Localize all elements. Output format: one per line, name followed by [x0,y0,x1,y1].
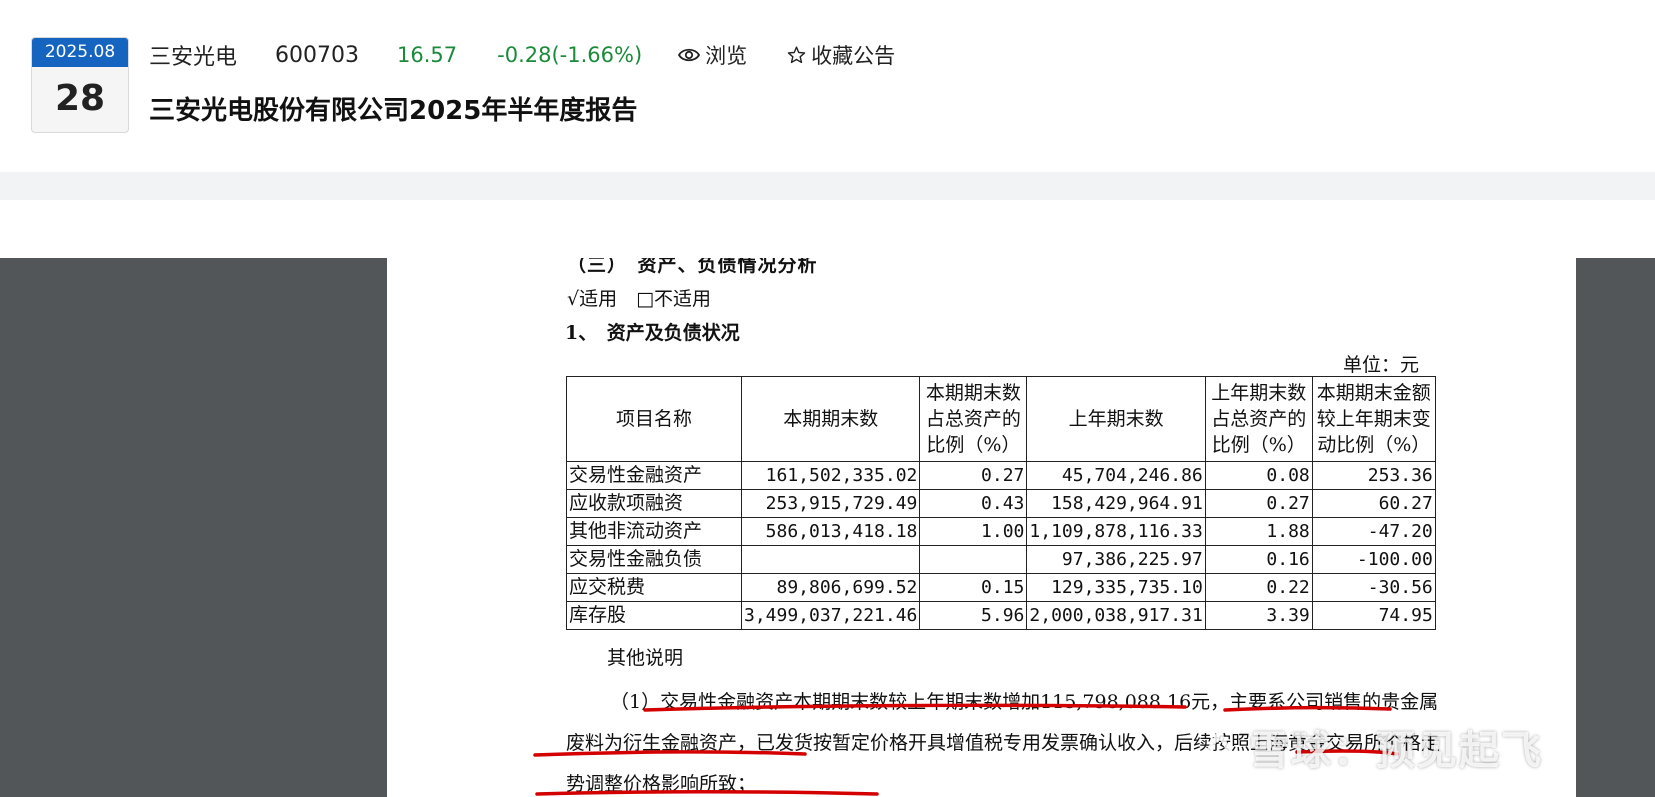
table-row: 应交税费 89,806,699.52 0.15 129,335,735.10 0… [566,573,1436,602]
table-cell: 1.88 [1204,517,1313,546]
sub-heading: 1、 资产及负债状况 [565,322,740,344]
table-cell: -100.00 [1311,545,1436,574]
star-icon [787,46,806,64]
table-header-cell: 上年期末数占总资产的比例（%） [1204,376,1313,462]
table-cell: 0.43 [919,489,1028,518]
table-cell: 89,806,699.52 [740,573,921,602]
unit-label: 单位：元 [1343,354,1420,376]
report-title: 三安光电股份有限公司2025年半年度报告 [149,96,638,126]
stock-price: 16.57 [397,43,458,67]
table-header-cell: 上年期末数 [1026,376,1206,462]
table-cell: 158,429,964.91 [1026,489,1206,518]
table-cell: 交易性金融负债 [566,545,742,574]
stock-info-row: 三安光电 600703 16.57 -0.28(-1.66%) 浏览 收藏公告 [149,37,895,73]
xueqiu-watermark: 雪球：预见起飞 [1197,718,1543,776]
table-cell: 161,502,335.02 [740,461,921,490]
table-cell: 其他非流动资产 [566,517,742,546]
table-row: 交易性金融负债 97,386,225.97 0.16 -100.00 [566,545,1436,574]
browse-button[interactable]: 浏览 [678,40,747,70]
table-cell: 0.22 [1204,573,1313,602]
table-cell: 253,915,729.49 [740,489,921,518]
table-cell: 1.00 [919,517,1028,546]
note-title: 其他说明 [607,647,684,669]
stock-code: 600703 [275,42,359,68]
table-header-cell: 本期期末数 [740,376,921,462]
table-cell: -47.20 [1311,517,1436,546]
table-cell: 586,013,418.18 [740,517,921,546]
table-cell: -30.56 [1311,573,1436,602]
table-cell: 0.27 [1204,489,1313,518]
table-cell: 74.95 [1311,601,1436,630]
applicability-line: √适用 □不适用 [567,288,712,310]
table-cell: 60.27 [1311,489,1436,518]
favorite-label: 收藏公告 [811,44,896,68]
announcement-header: 2025.08 28 三安光电 600703 16.57 -0.28(-1.66… [0,0,1655,172]
table-header-cell: 本期期末金额较上年期末变动比例（%） [1311,376,1436,462]
date-day: 28 [54,78,106,119]
table-cell: 3.39 [1204,601,1313,630]
table-cell: 0.08 [1204,461,1313,490]
browse-label: 浏览 [705,44,748,68]
table-row: 其他非流动资产 586,013,418.18 1.00 1,109,878,11… [566,517,1436,546]
table-cell: 0.15 [919,573,1028,602]
table-header-cell: 本期期末数占总资产的比例（%） [919,376,1028,462]
table-cell [740,545,921,574]
pdf-page[interactable]: （三） 资产、负债情况分析 √适用 □不适用 1、 资产及负债状况 单位：元 项… [387,258,1576,797]
table-cell: 45,704,246.86 [1026,461,1206,490]
table-cell: 交易性金融资产 [566,461,742,490]
watermark-text: 雪球：预见起飞 [1249,728,1543,774]
table-cell: 253.36 [1311,461,1436,490]
eye-icon [678,48,701,62]
table-cell: 应收款项融资 [566,489,742,518]
table-cell: 2,000,038,917.31 [1026,601,1206,630]
table-cell: 库存股 [566,601,742,630]
table-header-row: 项目名称 本期期末数 本期期末数占总资产的比例（%） 上年期末数 上年期末数占总… [566,376,1436,462]
section-heading: （三） 资产、负债情况分析 [567,258,818,276]
date-badge: 2025.08 28 [31,37,129,133]
table-row: 库存股 3,499,037,221.46 5.96 2,000,038,917.… [566,601,1436,630]
table-cell: 3,499,037,221.46 [740,601,921,630]
table-cell: 0.16 [1204,545,1313,574]
stock-name-link[interactable]: 三安光电 [149,39,237,71]
table-cell: 应交税费 [566,573,742,602]
date-month: 2025.08 [32,38,128,67]
table-row: 交易性金融资产 161,502,335.02 0.27 45,704,246.8… [566,461,1436,490]
table-cell: 1,109,878,116.33 [1026,517,1206,546]
favorite-button[interactable]: 收藏公告 [787,40,895,70]
table-cell: 5.96 [919,601,1028,630]
stock-change: -0.28(-1.66%) [497,43,643,67]
snowball-logo-icon [1200,730,1238,763]
table-cell: 129,335,735.10 [1026,573,1206,602]
table-cell: 97,386,225.97 [1026,545,1206,574]
table-row: 应收款项融资 253,915,729.49 0.43 158,429,964.9… [566,489,1436,518]
table-header-cell: 项目名称 [566,376,742,462]
table-cell [919,545,1028,574]
table-cell: 0.27 [919,461,1028,490]
asset-liability-table: 项目名称 本期期末数 本期期末数占总资产的比例（%） 上年期末数 上年期末数占总… [566,376,1436,630]
viewer-top-bar [0,200,1655,258]
